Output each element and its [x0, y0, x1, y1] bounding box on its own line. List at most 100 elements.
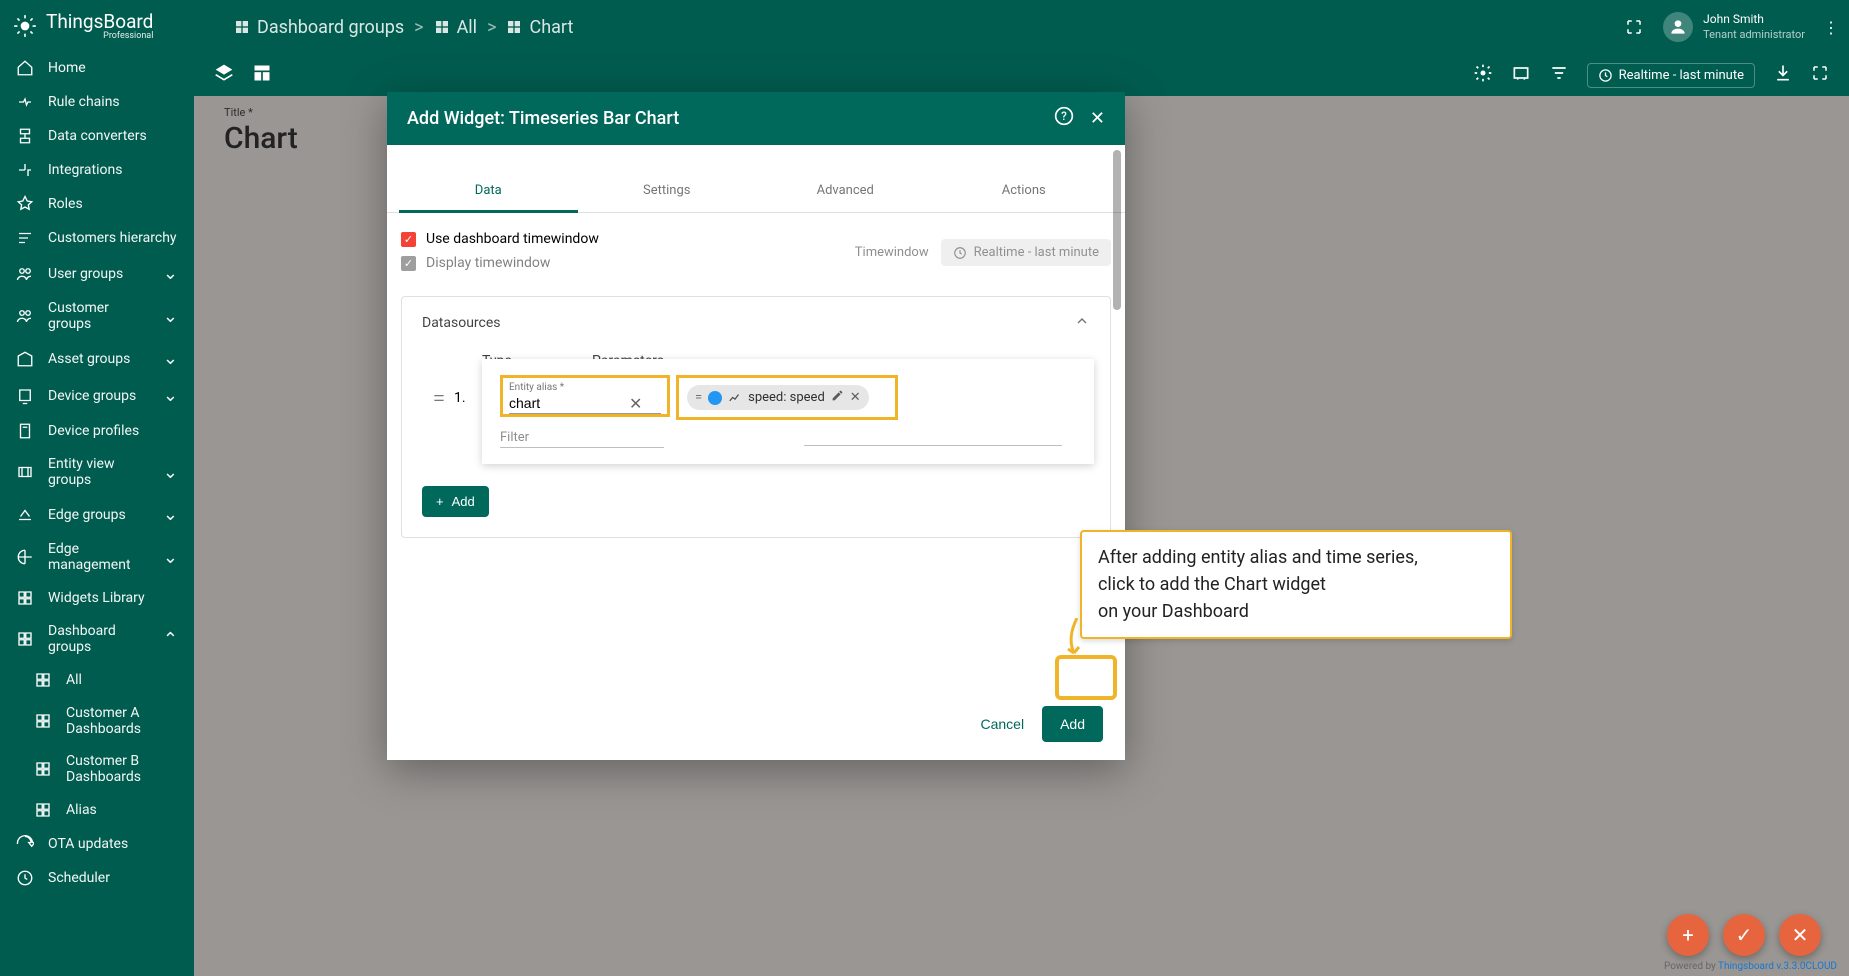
- chevron-down-icon: ⌄: [163, 348, 178, 369]
- sidebar-item-entity-view-groups[interactable]: Entity view groups⌄: [0, 448, 194, 496]
- apply-fab[interactable]: ✓: [1723, 914, 1765, 956]
- chevron-down-icon: ⌄: [163, 306, 178, 327]
- sidebar: ThingsBoard Professional HomeRule chains…: [0, 0, 194, 976]
- timeseries-icon: [728, 391, 742, 405]
- sidebar-item-ota-updates[interactable]: OTA updates: [0, 827, 194, 861]
- callout-arrow-icon: [1062, 618, 1092, 663]
- tab-data[interactable]: Data: [399, 173, 578, 212]
- timeseries-chip[interactable]: = speed: speed ✕: [687, 385, 869, 410]
- sidebar-item-device-groups[interactable]: Device groups ⌄: [0, 377, 194, 414]
- row-index: 1.: [454, 390, 466, 406]
- sidebar-item-edge-groups[interactable]: Edge groups⌄: [0, 496, 194, 533]
- sidebar-item-label: User groups: [48, 266, 149, 282]
- sidebar-item-label: Device groups: [48, 388, 149, 404]
- breadcrumb-separator: >: [414, 17, 423, 38]
- tab-advanced[interactable]: Advanced: [756, 173, 935, 212]
- datasource-params-panel: Entity alias * ✕ = speed: spee: [482, 359, 1094, 464]
- sidebar-item-roles[interactable]: Roles: [0, 187, 194, 221]
- dialog-tabs: Data Settings Advanced Actions: [387, 173, 1125, 213]
- datasources-title: Datasources: [422, 315, 501, 331]
- sidebar-item-rule-chains[interactable]: Rule chains: [0, 85, 194, 119]
- sidebar-item-widgets-library[interactable]: Widgets Library: [0, 581, 194, 615]
- drag-handle-icon[interactable]: =: [695, 390, 702, 405]
- nav-icon: [16, 307, 34, 325]
- sidebar-item-label: Device profiles: [48, 423, 178, 439]
- sidebar-item-edge-management[interactable]: Edge management⌄: [0, 533, 194, 581]
- dialog-scrollbar[interactable]: [1113, 150, 1121, 310]
- sidebar-item-label: OTA updates: [48, 836, 178, 852]
- add-button[interactable]: Add: [1042, 706, 1103, 742]
- nav-icon: [16, 506, 34, 524]
- sidebar-item-asset-groups[interactable]: Asset groups⌄: [0, 340, 194, 377]
- chevron-down-icon: ⌄: [163, 385, 178, 406]
- add-datasource-button[interactable]: + Add: [422, 486, 489, 517]
- remove-chip-icon[interactable]: ✕: [850, 390, 861, 405]
- sidebar-item-alias[interactable]: Alias: [0, 793, 194, 827]
- nav-icon: [16, 422, 34, 440]
- help-icon[interactable]: ?: [1054, 106, 1074, 131]
- topbar: Dashboard groups > All > Chart: [194, 0, 1849, 54]
- sidebar-item-home[interactable]: Home: [0, 51, 194, 85]
- tab-actions[interactable]: Actions: [935, 173, 1114, 212]
- layers-icon[interactable]: [214, 63, 234, 87]
- nav-icon: [16, 93, 34, 111]
- entity-alias-input[interactable]: [509, 393, 629, 413]
- brand-name: ThingsBoard: [46, 10, 153, 33]
- sidebar-item-label: Roles: [48, 196, 178, 212]
- sidebar-item-customer-b-dashboards[interactable]: Customer B Dashboards: [0, 745, 194, 793]
- breadcrumb-dashboard-groups[interactable]: Dashboard groups: [234, 17, 404, 38]
- display-timewindow-checkbox[interactable]: ✓: [401, 256, 416, 271]
- logo-icon: [12, 13, 38, 39]
- sidebar-item-customers-hierarchy[interactable]: Customers hierarchy: [0, 221, 194, 255]
- sidebar-item-dashboard-groups[interactable]: Dashboard groups⌃: [0, 615, 194, 663]
- collapse-icon[interactable]: [1074, 313, 1090, 333]
- sidebar-item-customer-a-dashboards[interactable]: Customer A Dashboards: [0, 697, 194, 745]
- sidebar-item-data-converters[interactable]: Data converters: [0, 119, 194, 153]
- fullscreen-icon[interactable]: [1625, 18, 1643, 36]
- dashboard-icon: [234, 19, 250, 35]
- more-icon[interactable]: ⋮: [1823, 18, 1839, 37]
- footer-link[interactable]: Thingsboard v.3.3.0CLOUD: [1718, 961, 1837, 972]
- cancel-fab[interactable]: ✕: [1779, 914, 1821, 956]
- nav-icon: [16, 127, 34, 145]
- sidebar-item-user-groups[interactable]: User groups ⌄: [0, 255, 194, 292]
- cancel-button[interactable]: Cancel: [980, 706, 1024, 742]
- use-dashboard-timewindow-checkbox[interactable]: ✓: [401, 232, 416, 247]
- nav-icon: [34, 760, 52, 778]
- breadcrumb-chart[interactable]: Chart: [506, 17, 573, 38]
- use-dashboard-timewindow-label: Use dashboard timewindow: [426, 231, 599, 247]
- clock-icon: [1598, 68, 1613, 83]
- sidebar-item-all[interactable]: All: [0, 663, 194, 697]
- fullscreen-icon[interactable]: [1811, 64, 1829, 86]
- datasources-card: Datasources Type Parameters 1. Entity: [401, 296, 1111, 538]
- breadcrumb-all[interactable]: All: [434, 17, 478, 38]
- entity-aliases-icon[interactable]: [1511, 63, 1531, 87]
- settings-icon[interactable]: [1473, 63, 1493, 87]
- chevron-down-icon: ⌄: [163, 547, 178, 568]
- nav-icon: [16, 869, 34, 887]
- edit-icon[interactable]: [831, 389, 844, 406]
- layout-icon[interactable]: [252, 63, 272, 87]
- series-color-dot[interactable]: [708, 391, 722, 405]
- close-icon[interactable]: ✕: [1090, 108, 1105, 129]
- export-icon[interactable]: [1773, 63, 1793, 87]
- clear-icon[interactable]: ✕: [629, 394, 642, 413]
- filter-icon[interactable]: [1549, 63, 1569, 87]
- drag-handle-icon[interactable]: [432, 391, 446, 405]
- chevron-down-icon: ⌄: [163, 263, 178, 284]
- add-widget-fab[interactable]: +: [1667, 914, 1709, 956]
- sidebar-item-customer-groups[interactable]: Customer groups ⌄: [0, 292, 194, 340]
- filter-input[interactable]: Filter: [500, 430, 664, 448]
- sidebar-item-label: Customer groups: [48, 300, 149, 332]
- sidebar-item-integrations[interactable]: Integrations: [0, 153, 194, 187]
- tab-settings[interactable]: Settings: [578, 173, 757, 212]
- plus-icon: +: [436, 494, 444, 509]
- sidebar-item-scheduler[interactable]: Scheduler: [0, 861, 194, 895]
- user-menu[interactable]: John Smith Tenant administrator ⋮: [1663, 12, 1839, 42]
- sidebar-item-label: Widgets Library: [48, 590, 178, 606]
- dashboard-toolbar: Realtime - last minute: [194, 54, 1849, 96]
- instruction-callout: After adding entity alias and time serie…: [1080, 530, 1512, 639]
- sidebar-item-device-profiles[interactable]: Device profiles: [0, 414, 194, 448]
- timewindow-button[interactable]: Realtime - last minute: [1587, 63, 1755, 88]
- nav-icon: [16, 161, 34, 179]
